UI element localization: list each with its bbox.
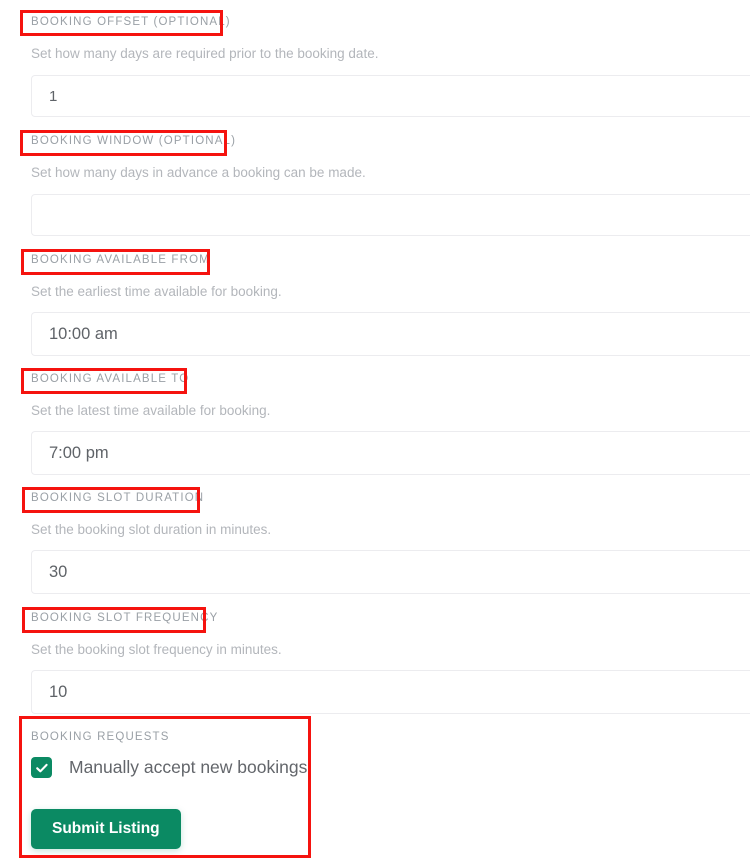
field-label-booking-offset: BOOKING OFFSET (OPTIONAL): [31, 16, 231, 28]
field-label-booking-slot-duration: BOOKING SLOT DURATION: [31, 492, 205, 504]
field-help-booking-offset: Set how many days are required prior to …: [31, 46, 379, 61]
field-booking-slot-frequency: BOOKING SLOT FREQUENCY Set the booking s…: [0, 608, 750, 714]
field-help-booking-slot-frequency: Set the booking slot frequency in minute…: [31, 642, 282, 657]
field-help-booking-slot-duration: Set the booking slot duration in minutes…: [31, 522, 272, 537]
field-booking-offset: BOOKING OFFSET (OPTIONAL) Set how many d…: [0, 12, 750, 117]
check-icon: [35, 763, 48, 772]
field-label-booking-available-from: BOOKING AVAILABLE FROM: [31, 254, 210, 266]
input-booking-available-to[interactable]: [31, 431, 750, 475]
booking-requests-label: BOOKING REQUESTS: [31, 731, 170, 743]
manually-accept-bookings-row[interactable]: Manually accept new bookings: [31, 757, 307, 778]
input-booking-window[interactable]: [31, 194, 750, 236]
input-booking-slot-duration[interactable]: [31, 550, 750, 594]
field-booking-slot-duration: BOOKING SLOT DURATION Set the booking sl…: [0, 488, 750, 594]
input-booking-available-from[interactable]: [31, 312, 750, 356]
input-booking-offset[interactable]: [31, 75, 750, 117]
input-booking-slot-frequency[interactable]: [31, 670, 750, 714]
submit-listing-button[interactable]: Submit Listing: [31, 809, 181, 849]
field-label-booking-available-to: BOOKING AVAILABLE TO: [31, 373, 190, 385]
field-label-booking-slot-frequency: BOOKING SLOT FREQUENCY: [31, 612, 219, 624]
field-label-booking-window: BOOKING WINDOW (OPTIONAL): [31, 135, 237, 147]
field-booking-available-to: BOOKING AVAILABLE TO Set the latest time…: [0, 369, 750, 475]
booking-requests-section: BOOKING REQUESTS Manually accept new boo…: [31, 730, 307, 849]
field-help-booking-available-from: Set the earliest time available for book…: [31, 284, 282, 299]
field-help-booking-window: Set how many days in advance a booking c…: [31, 165, 366, 180]
manually-accept-bookings-checkbox[interactable]: [31, 757, 52, 778]
field-booking-window: BOOKING WINDOW (OPTIONAL) Set how many d…: [0, 131, 750, 236]
field-help-booking-available-to: Set the latest time available for bookin…: [31, 403, 271, 418]
manually-accept-bookings-label: Manually accept new bookings: [69, 757, 308, 777]
field-booking-available-from: BOOKING AVAILABLE FROM Set the earliest …: [0, 250, 750, 356]
